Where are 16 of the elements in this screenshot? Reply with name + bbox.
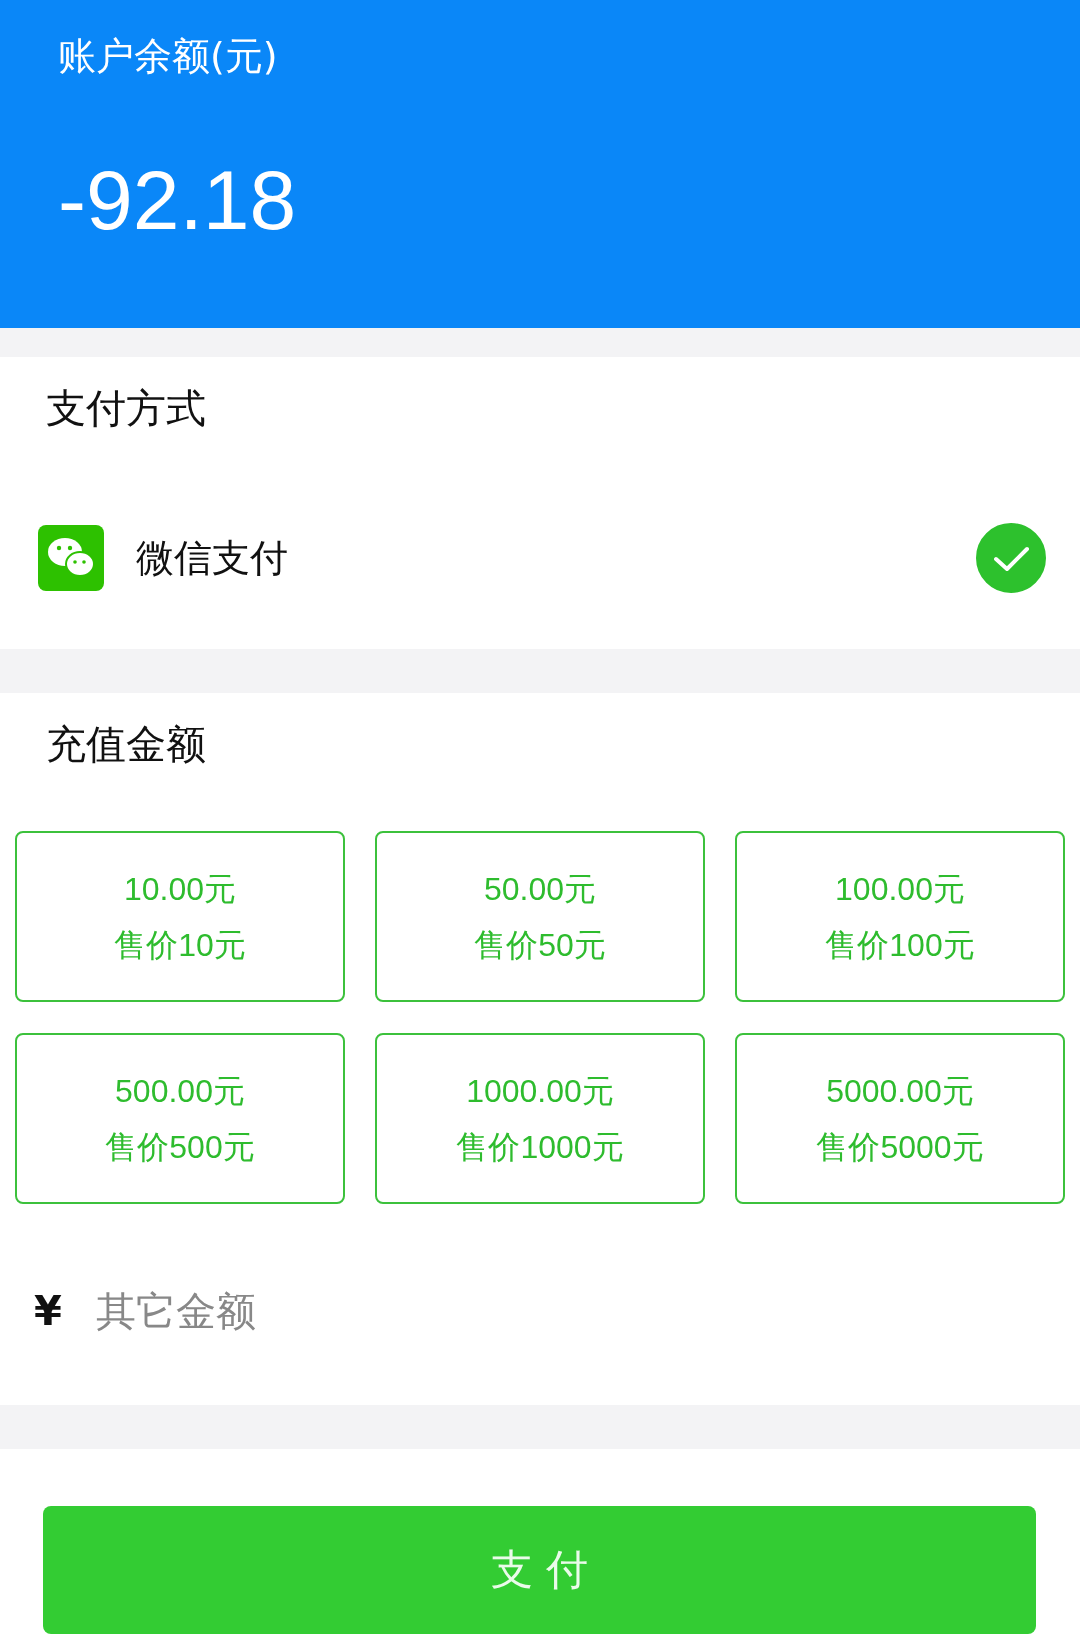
other-amount-field[interactable]: 其它金额 — [94, 1287, 698, 1335]
balance-label: 账户余额(元) — [58, 33, 279, 80]
amount-option[interactable]: 10.00元 售价10元 — [15, 831, 345, 1002]
currency-symbol: ¥ — [34, 1288, 63, 1334]
amount-option[interactable]: 5000.00元 售价5000元 — [735, 1033, 1065, 1204]
section-title: 充值金额 — [45, 720, 207, 769]
payment-method-name: 微信支付 — [136, 534, 289, 582]
amount-option[interactable]: 100.00元 售价100元 — [735, 831, 1065, 1002]
amount-option[interactable]: 500.00元 售价500元 — [15, 1033, 345, 1204]
section-title: 支付方式 — [45, 384, 207, 433]
amount-option[interactable]: 50.00元 售价50元 — [375, 831, 705, 1002]
checkmark-icon[interactable] — [976, 523, 1046, 593]
chat-bubbles-icon — [38, 525, 104, 591]
pay-button[interactable]: 支 付 — [43, 1506, 1036, 1634]
amount-option[interactable]: 1000.00元 售价1000元 — [375, 1033, 705, 1204]
balance-amount: -92.18 — [58, 152, 298, 249]
